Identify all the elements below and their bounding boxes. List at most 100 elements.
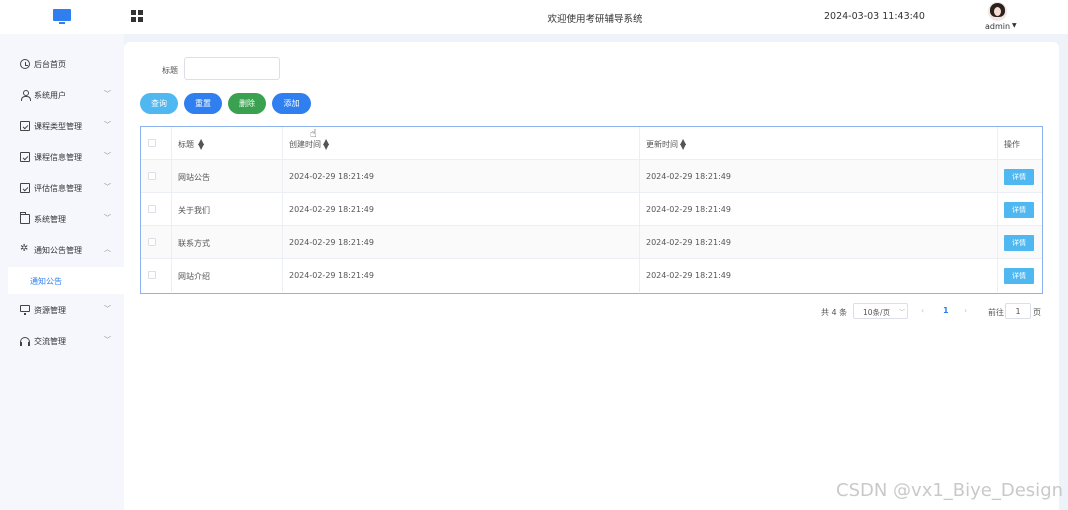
- sidebar-item-course-info[interactable]: 课程信息管理 ﹀: [0, 142, 124, 173]
- sidebar-item-system-manage[interactable]: 系统管理 ﹀: [0, 204, 124, 235]
- row-created-time: 2024-02-29 18:21:49: [289, 238, 374, 247]
- column-header-action: 操作: [998, 127, 1042, 160]
- mouse-cursor-icon: ☝: [310, 127, 317, 140]
- sidebar-item-communication[interactable]: 交流管理 ﹀: [0, 326, 124, 357]
- sidebar-item-label: 资源管理: [34, 306, 66, 315]
- row-created-time: 2024-02-29 18:21:49: [289, 205, 374, 214]
- current-datetime: 2024-03-03 11:43:40: [824, 11, 925, 22]
- sidebar-subitem-label: 通知公告: [30, 277, 62, 286]
- sidebar-item-label: 交流管理: [34, 337, 66, 346]
- sidebar-item-label: 系统管理: [34, 215, 66, 224]
- chevron-down-icon: ﹀: [104, 214, 111, 222]
- detail-button[interactable]: 详情: [1004, 202, 1034, 218]
- table-header-row: 标题 ▲ ▼ 创建时间 ▲ ▼ 更新时间 ▲ ▼ 操作: [141, 127, 1042, 160]
- pagination-total: 共 4 条: [821, 308, 848, 317]
- sidebar-item-notice-manage[interactable]: 通知公告管理 ︿: [0, 235, 124, 266]
- chevron-down-icon: ﹀: [104, 183, 111, 191]
- chevron-down-icon[interactable]: ▼: [1012, 22, 1017, 29]
- page-size-value: 10条/页: [863, 308, 891, 317]
- menu-toggle-grid-icon[interactable]: [131, 10, 144, 23]
- user-icon: [20, 90, 31, 101]
- user-name-dropdown[interactable]: admin: [985, 22, 1010, 31]
- row-title: 关于我们: [178, 206, 210, 215]
- sidebar-item-dashboard[interactable]: 后台首页: [0, 49, 124, 80]
- sidebar-item-label: 通知公告管理: [34, 246, 82, 255]
- row-checkbox[interactable]: [148, 205, 156, 213]
- monitor-icon: [20, 305, 30, 315]
- column-header-created[interactable]: 创建时间 ▲ ▼: [283, 127, 640, 160]
- row-checkbox[interactable]: [148, 238, 156, 246]
- monitor-logo-icon: [53, 9, 71, 25]
- goto-label: 前往: [988, 308, 1004, 317]
- page-number-current[interactable]: 1: [943, 306, 949, 315]
- chevron-down-icon: ﹀: [104, 336, 111, 344]
- sparkle-icon: [20, 243, 30, 255]
- goto-page-input[interactable]: [1005, 303, 1031, 319]
- checkbox-icon: [20, 152, 30, 162]
- row-title: 网站公告: [178, 173, 210, 182]
- sidebar-item-label: 课程信息管理: [34, 153, 82, 162]
- row-updated-time: 2024-02-29 18:21:49: [646, 271, 731, 280]
- top-header: 欢迎使用考研辅导系统 2024-03-03 11:43:40 admin ▼: [0, 0, 1068, 34]
- sort-icon[interactable]: ▲ ▼: [680, 138, 686, 151]
- notice-table: 标题 ▲ ▼ 创建时间 ▲ ▼ 更新时间 ▲ ▼ 操作 网站公告 2024-02-29…: [140, 126, 1043, 294]
- sidebar-item-course-type[interactable]: 课程类型管理 ﹀: [0, 111, 124, 142]
- row-checkbox[interactable]: [148, 172, 156, 180]
- row-checkbox[interactable]: [148, 271, 156, 279]
- table-row: 联系方式 2024-02-29 18:21:49 2024-02-29 18:2…: [141, 226, 1042, 259]
- row-created-time: 2024-02-29 18:21:49: [289, 172, 374, 181]
- user-avatar[interactable]: [988, 2, 1007, 21]
- row-updated-time: 2024-02-29 18:21:49: [646, 172, 731, 181]
- page-size-select[interactable]: 10条/页 ﹀: [853, 303, 908, 319]
- chevron-down-icon: ﹀: [104, 305, 111, 313]
- detail-button[interactable]: 详情: [1004, 169, 1034, 185]
- detail-button[interactable]: 详情: [1004, 235, 1034, 251]
- query-button[interactable]: 查询: [140, 93, 178, 114]
- goto-unit-label: 页: [1033, 308, 1041, 317]
- detail-button[interactable]: 详情: [1004, 268, 1034, 284]
- folder-icon: [20, 212, 30, 224]
- column-header-label: 更新时间: [646, 140, 678, 149]
- row-title: 网站介绍: [178, 272, 210, 281]
- row-created-time: 2024-02-29 18:21:49: [289, 271, 374, 280]
- column-header-label: 标题: [178, 140, 194, 149]
- chevron-down-icon: ﹀: [104, 121, 111, 129]
- sidebar-item-label: 后台首页: [34, 60, 66, 69]
- column-header-label: 操作: [1004, 140, 1020, 149]
- column-header-title[interactable]: 标题 ▲ ▼: [172, 127, 283, 160]
- search-title-input[interactable]: [184, 57, 280, 80]
- table-row: 网站介绍 2024-02-29 18:21:49 2024-02-29 18:2…: [141, 259, 1042, 292]
- prev-page-icon[interactable]: ‹: [921, 306, 924, 315]
- next-page-icon[interactable]: ›: [964, 306, 967, 315]
- add-button[interactable]: 添加: [272, 93, 311, 114]
- watermark: CSDN @vx1_Biye_Design: [836, 480, 1064, 501]
- sort-icon[interactable]: ▲ ▼: [323, 138, 329, 151]
- sidebar: 后台首页 系统用户 ﹀ 课程类型管理 ﹀ 课程信息管理 ﹀ 评估信息管理 ﹀ 系…: [0, 34, 124, 510]
- clock-icon: [20, 59, 30, 69]
- sidebar-subitem-notice[interactable]: 通知公告: [8, 267, 124, 294]
- sidebar-item-label: 评估信息管理: [34, 184, 82, 193]
- row-updated-time: 2024-02-29 18:21:49: [646, 205, 731, 214]
- chevron-up-icon: ︿: [104, 245, 111, 253]
- search-title-label: 标题: [162, 66, 178, 75]
- column-header-updated[interactable]: 更新时间 ▲ ▼: [640, 127, 998, 160]
- system-title: 欢迎使用考研辅导系统: [547, 14, 643, 25]
- chevron-down-icon: ﹀: [104, 152, 111, 160]
- checkbox-icon: [20, 121, 30, 131]
- headset-icon: [20, 337, 30, 346]
- checkbox-icon: [20, 183, 30, 193]
- sidebar-item-label: 系统用户: [34, 91, 66, 100]
- sidebar-item-resource[interactable]: 资源管理 ﹀: [0, 295, 124, 326]
- select-all-checkbox[interactable]: [148, 139, 156, 147]
- sidebar-item-system-users[interactable]: 系统用户 ﹀: [0, 80, 124, 111]
- reset-button[interactable]: 重置: [184, 93, 222, 114]
- sidebar-item-evaluation[interactable]: 评估信息管理 ﹀: [0, 173, 124, 204]
- sort-icon[interactable]: ▲ ▼: [198, 138, 204, 151]
- row-title: 联系方式: [178, 239, 210, 248]
- delete-button[interactable]: 删除: [228, 93, 266, 114]
- row-updated-time: 2024-02-29 18:21:49: [646, 238, 731, 247]
- table-row: 关于我们 2024-02-29 18:21:49 2024-02-29 18:2…: [141, 193, 1042, 226]
- table-row: 网站公告 2024-02-29 18:21:49 2024-02-29 18:2…: [141, 160, 1042, 193]
- column-header-label: 创建时间: [289, 140, 321, 149]
- chevron-down-icon: ﹀: [104, 90, 111, 98]
